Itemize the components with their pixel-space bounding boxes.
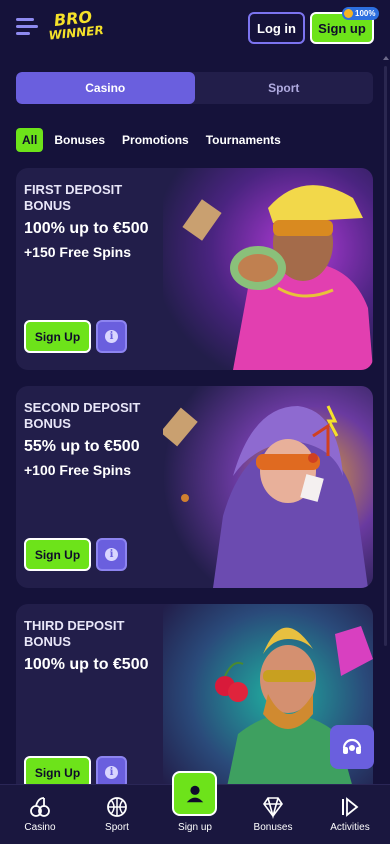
card-title: Third Deposit Bonus [24,618,125,649]
nav-label: Bonuses [253,822,293,833]
card-spins: +100 Free Spins [24,462,132,478]
card-title: Second Deposit Bonus [24,400,141,431]
basketball-icon [107,797,127,817]
scroll-up-arrow-icon[interactable] [383,56,389,60]
tab-casino[interactable]: Casino [16,72,195,104]
diamond-icon [263,797,283,819]
menu-icon[interactable] [16,18,38,36]
card-info-button[interactable]: i [96,538,127,571]
promo-card[interactable]: Second Deposit Bonus 55% up to €500 +100… [16,386,373,588]
card-signup-button[interactable]: Sign Up [24,538,91,571]
coin-icon [344,9,353,18]
card-spins: +150 Free Spins [24,244,132,260]
info-icon: i [105,766,118,779]
nav-item-sport[interactable]: Sport [82,785,152,844]
scrollbar[interactable] [383,56,389,786]
promo-card[interactable]: First Deposit Bonus 100% up to €500 +150… [16,168,373,370]
card-signup-button[interactable]: Sign Up [24,320,91,353]
bottom-navigation: Casino Sport Sign up Bonuses Activities [0,771,390,844]
card-info-button[interactable]: i [96,320,127,353]
card-amount: 55% up to €500 [24,438,140,455]
nav-item-activities[interactable]: Activities [315,785,385,844]
info-icon: i [105,330,118,343]
headset-icon [342,738,362,754]
card-amount: 100% up to €500 [24,220,149,237]
top-bar: BRO WINNER Log in Sign up 100% [0,0,390,56]
info-icon: i [105,548,118,561]
filter-promotions[interactable]: Promotions [122,133,189,147]
nav-item-bonuses[interactable]: Bonuses [238,785,308,844]
support-chat-button[interactable] [330,725,374,769]
filter-bonuses[interactable]: Bonuses [54,133,105,147]
signup-nav-button[interactable] [172,771,217,816]
card-title: First Deposit Bonus [24,182,123,213]
brand-logo[interactable]: BRO WINNER [46,7,104,46]
nav-label: Sign up [178,822,212,833]
filter-all[interactable]: All [16,128,44,152]
skip-icon [342,797,359,817]
card-amount: 100% up to €500 [24,656,149,673]
nav-label: Casino [24,822,56,833]
filter-chips: All Bonuses Promotions Tournaments [16,128,298,152]
cherries-icon [30,797,50,817]
user-icon [186,785,203,802]
badge-text: 100% [355,9,376,18]
filter-tournaments[interactable]: Tournaments [206,133,281,147]
login-button[interactable]: Log in [248,12,305,44]
scrollbar-thumb[interactable] [384,66,387,646]
bonus-badge: 100% [342,7,380,20]
nav-item-casino[interactable]: Casino [5,785,75,844]
tab-sport[interactable]: Sport [195,72,374,104]
nav-label: Activities [330,822,370,833]
nav-label: Sport [105,822,129,833]
promo-art-image [163,386,373,588]
category-switcher: Casino Sport [16,72,373,104]
promo-art-image [163,168,373,370]
nav-item-signup[interactable]: Sign up [160,771,230,844]
